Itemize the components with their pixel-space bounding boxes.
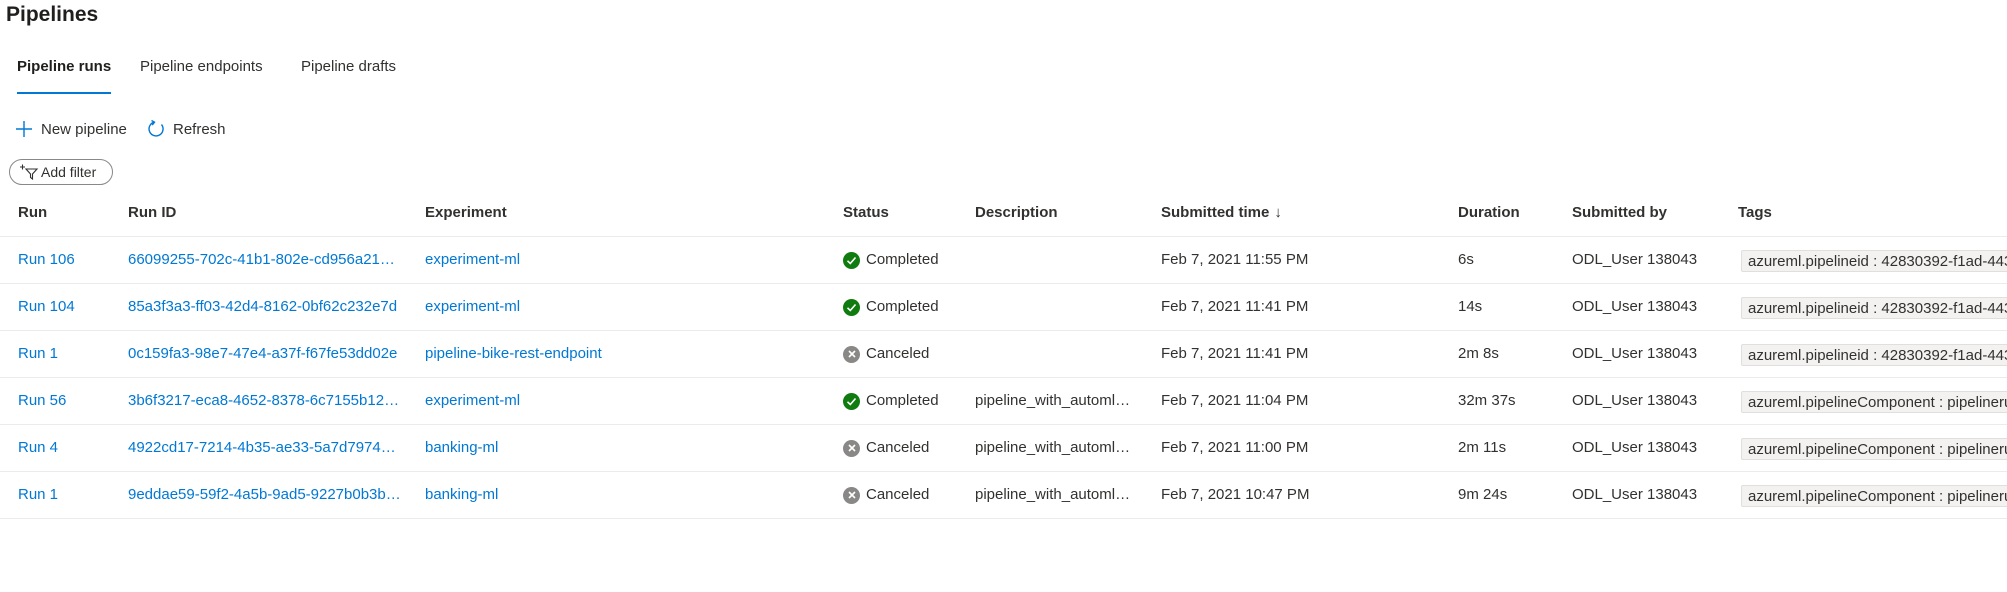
duration-cell: 2m 11s — [1458, 439, 1507, 456]
add-filter-button[interactable]: Add filter — [9, 159, 113, 185]
column-header-run[interactable]: Run — [18, 204, 47, 221]
completed-check-icon — [843, 251, 860, 269]
status-cell: Canceled — [843, 425, 929, 471]
table-row[interactable]: Run 4 4922cd17-7214-4b35-ae33-5a7d79749…… — [0, 425, 2007, 472]
run-link[interactable]: Run 106 — [18, 237, 75, 283]
table-row[interactable]: Run 106 66099255-702c-41b1-802e-cd956a21… — [0, 237, 2007, 284]
experiment-link[interactable]: experiment-ml — [425, 378, 520, 424]
tag-chip: azureml.pipelineid : 42830392-f1ad-443 — [1741, 250, 2007, 272]
refresh-button[interactable]: Refresh — [145, 117, 226, 141]
table-row[interactable]: Run 1 9eddae59-59f2-4a5b-9ad5-9227b0b3b5… — [0, 472, 2007, 519]
status-text: Canceled — [866, 345, 930, 362]
status-cell: Canceled — [843, 472, 929, 518]
tab-pipeline-runs[interactable]: Pipeline runs — [17, 58, 112, 94]
experiment-link[interactable]: experiment-ml — [425, 284, 520, 330]
submitted-by-cell: ODL_User 138043 — [1572, 298, 1698, 315]
column-header-experiment[interactable]: Experiment — [425, 204, 507, 221]
experiment-link[interactable]: banking-ml — [425, 472, 498, 518]
status-text: Completed — [866, 251, 939, 268]
submitted-time-cell: Feb 7, 2021 10:47 PM — [1161, 486, 1310, 503]
canceled-x-icon — [843, 439, 860, 457]
column-header-tags[interactable]: Tags — [1738, 204, 1772, 221]
new-pipeline-label: New pipeline — [41, 120, 127, 138]
duration-cell: 9m 24s — [1458, 486, 1508, 503]
run-id-link[interactable]: 3b6f3217-eca8-4652-8378-6c7155b12e93 — [128, 378, 403, 424]
experiment-link[interactable]: pipeline-bike-rest-endpoint — [425, 331, 602, 377]
run-link[interactable]: Run 4 — [18, 425, 58, 471]
run-link[interactable]: Run 1 — [18, 472, 58, 518]
sort-descending-icon: ↓ — [1274, 204, 1282, 221]
tag-chip: azureml.pipelineid : 42830392-f1ad-443 — [1741, 344, 2007, 366]
submitted-time-cell: Feb 7, 2021 11:41 PM — [1161, 345, 1309, 362]
run-id-link[interactable]: 85a3f3a3-ff03-42d4-8162-0bf62c232e7d — [128, 284, 397, 330]
duration-cell: 32m 37s — [1458, 392, 1516, 409]
table-row[interactable]: Run 1 0c159fa3-98e7-47e4-a37f-f67fe53dd0… — [0, 331, 2007, 378]
submitted-time-cell: Feb 7, 2021 11:00 PM — [1161, 439, 1309, 456]
completed-check-icon — [843, 298, 860, 316]
submitted-by-cell: ODL_User 138043 — [1572, 345, 1698, 362]
submitted-time-cell: Feb 7, 2021 11:55 PM — [1161, 251, 1309, 268]
new-pipeline-button[interactable]: New pipeline — [13, 117, 127, 141]
submitted-by-cell: ODL_User 138043 — [1572, 392, 1698, 409]
tag-chip: azureml.pipelineComponent : pipelineru — [1741, 391, 2007, 413]
page-title: Pipelines — [6, 3, 99, 26]
duration-cell: 2m 8s — [1458, 345, 1499, 362]
submitted-by-cell: ODL_User 138043 — [1572, 486, 1698, 503]
status-text: Canceled — [866, 439, 930, 456]
run-id-link[interactable]: 9eddae59-59f2-4a5b-9ad5-9227b0b3b5… — [128, 472, 403, 518]
run-id-link[interactable]: 66099255-702c-41b1-802e-cd956a2168… — [128, 237, 403, 283]
refresh-icon — [145, 118, 167, 140]
run-link[interactable]: Run 56 — [18, 378, 66, 424]
run-id-link[interactable]: 4922cd17-7214-4b35-ae33-5a7d79749… — [128, 425, 403, 471]
table-row[interactable]: Run 56 3b6f3217-eca8-4652-8378-6c7155b12… — [0, 378, 2007, 425]
tag-chip: azureml.pipelineid : 42830392-f1ad-443 — [1741, 297, 2007, 319]
canceled-x-icon — [843, 486, 860, 504]
submitted-by-cell: ODL_User 138043 — [1572, 251, 1698, 268]
status-text: Completed — [866, 298, 939, 315]
status-text: Completed — [866, 392, 939, 409]
run-link[interactable]: Run 1 — [18, 331, 58, 377]
run-id-link[interactable]: 0c159fa3-98e7-47e4-a37f-f67fe53dd02e — [128, 331, 397, 377]
description-cell: pipeline_with_automlst… — [975, 439, 1137, 456]
status-cell: Completed — [843, 284, 939, 330]
experiment-link[interactable]: experiment-ml — [425, 237, 520, 283]
status-cell: Completed — [843, 378, 939, 424]
submitted-time-cell: Feb 7, 2021 11:41 PM — [1161, 298, 1309, 315]
status-cell: Completed — [843, 237, 939, 283]
add-filter-label: Add filter — [41, 164, 97, 180]
column-header-description[interactable]: Description — [975, 204, 1058, 221]
run-link[interactable]: Run 104 — [18, 284, 75, 330]
duration-cell: 14s — [1458, 298, 1483, 315]
plus-icon — [13, 118, 35, 140]
submitted-by-cell: ODL_User 138043 — [1572, 439, 1698, 456]
column-header-run-id[interactable]: Run ID — [128, 204, 176, 221]
column-header-submitted-by[interactable]: Submitted by — [1572, 204, 1667, 221]
submitted-time-cell: Feb 7, 2021 11:04 PM — [1161, 392, 1309, 409]
tab-pipeline-endpoints[interactable]: Pipeline endpoints — [140, 58, 263, 75]
tag-chip: azureml.pipelineComponent : pipelineru — [1741, 438, 2007, 460]
add-filter-icon — [19, 164, 39, 180]
column-header-submitted-time[interactable]: Submitted time ↓ — [1161, 204, 1282, 221]
status-text: Canceled — [866, 486, 930, 503]
column-header-duration[interactable]: Duration — [1458, 204, 1520, 221]
canceled-x-icon — [843, 345, 860, 363]
submitted-time-label: Submitted time — [1161, 204, 1270, 221]
duration-cell: 6s — [1458, 251, 1474, 268]
status-cell: Canceled — [843, 331, 929, 377]
table-row[interactable]: Run 104 85a3f3a3-ff03-42d4-8162-0bf62c23… — [0, 284, 2007, 331]
column-header-status[interactable]: Status — [843, 204, 889, 221]
tab-pipeline-drafts[interactable]: Pipeline drafts — [301, 58, 396, 75]
completed-check-icon — [843, 392, 860, 410]
description-cell: pipeline_with_automlst… — [975, 392, 1137, 409]
refresh-label: Refresh — [173, 120, 226, 138]
tag-chip: azureml.pipelineComponent : pipelineru — [1741, 485, 2007, 507]
description-cell: pipeline_with_automlst… — [975, 486, 1137, 503]
experiment-link[interactable]: banking-ml — [425, 425, 498, 471]
